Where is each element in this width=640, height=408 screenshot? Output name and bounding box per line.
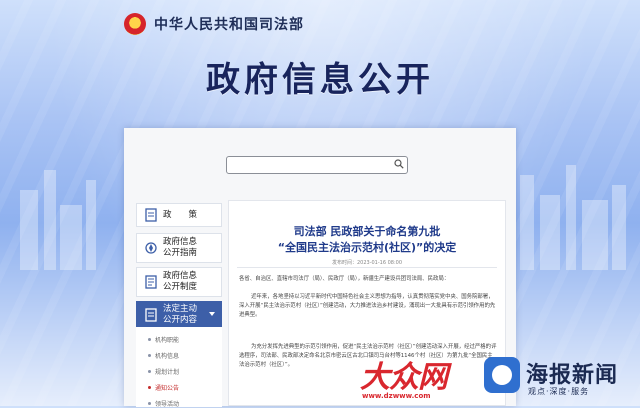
watermark-dazhong-logo: 大众网 <box>360 360 448 395</box>
sub-item-label: 领导活动 <box>155 401 180 408</box>
search-input[interactable] <box>226 156 408 174</box>
sidebar-item-label: 法定主动 公开内容 <box>163 304 198 325</box>
sub-item-label: 通知公告 <box>155 385 180 392</box>
bullet-icon <box>148 402 151 405</box>
bullet-icon <box>148 370 151 373</box>
haibao-logo-icon <box>484 357 520 393</box>
chevron-down-icon <box>209 312 215 316</box>
book-icon <box>145 308 157 322</box>
divider <box>237 267 497 268</box>
page-title: 政府信息公开 <box>206 60 434 100</box>
bullet-icon <box>148 338 151 341</box>
sub-item-plans[interactable]: 规划计划 <box>148 367 179 376</box>
article-paragraph: 近年来，各地坚持以习近平新时代中国特色社会主义思想为指导，认真贯彻落实党中央、国… <box>239 294 496 318</box>
bullet-icon <box>148 386 151 389</box>
site-name[interactable]: 中华人民共和国司法部 <box>154 14 304 34</box>
sidebar-item-label: 政府信息 公开指南 <box>163 237 198 258</box>
sidebar-item-policy[interactable]: 政 策 <box>136 203 222 227</box>
sidebar-item-label: 政府信息 公开制度 <box>163 271 198 292</box>
article-title-line1: 司法部 民政部关于命名第九批 <box>293 225 441 238</box>
sidebar: 政 策 政府信息 公开指南 政府信息 公开制度 法定主动 公开内容 机构职能 机… <box>136 200 222 408</box>
sub-item-notices[interactable]: 通知公告 <box>148 383 179 392</box>
watermark-haibao-slogan: 观点·深度·服务 <box>528 387 590 396</box>
search-icon[interactable] <box>394 159 404 169</box>
document-icon <box>145 208 157 222</box>
sub-item-label: 规划计划 <box>155 369 180 376</box>
file-list-icon <box>145 275 157 289</box>
sub-item-label: 机构信息 <box>155 353 180 360</box>
sub-item-label: 机构职能 <box>155 337 180 344</box>
sidebar-item-label: 政 策 <box>163 209 198 220</box>
bullet-icon <box>148 354 151 357</box>
article-title-line2: “全国民主法治示范村(社区)”的决定 <box>277 241 457 254</box>
article-paragraph: 各省、自治区、直辖市司法厅（局）、民政厅（局），新疆生产建设兵团司法局、民政局： <box>239 276 450 282</box>
compass-icon <box>145 242 157 254</box>
sub-item-organization[interactable]: 机构信息 <box>148 351 179 360</box>
sidebar-item-active-disclosure[interactable]: 法定主动 公开内容 <box>136 301 222 329</box>
watermark-url: www.dzwww.com <box>362 392 431 400</box>
article-meta: 发布时间：2023-01-16 08:00 <box>331 260 403 266</box>
watermark-haibao-news: 海报新闻 <box>526 363 619 388</box>
sidebar-item-guide[interactable]: 政府信息 公开指南 <box>136 233 222 263</box>
sidebar-sub-list: 机构职能 机构信息 规划计划 通知公告 领导活动 <box>136 327 222 408</box>
sub-item-functions[interactable]: 机构职能 <box>148 335 179 344</box>
sub-item-leader-activities[interactable]: 领导活动 <box>148 399 179 408</box>
national-emblem-icon <box>124 13 146 35</box>
sidebar-item-system[interactable]: 政府信息 公开制度 <box>136 267 222 297</box>
site-header: 中华人民共和国司法部 <box>124 10 304 38</box>
